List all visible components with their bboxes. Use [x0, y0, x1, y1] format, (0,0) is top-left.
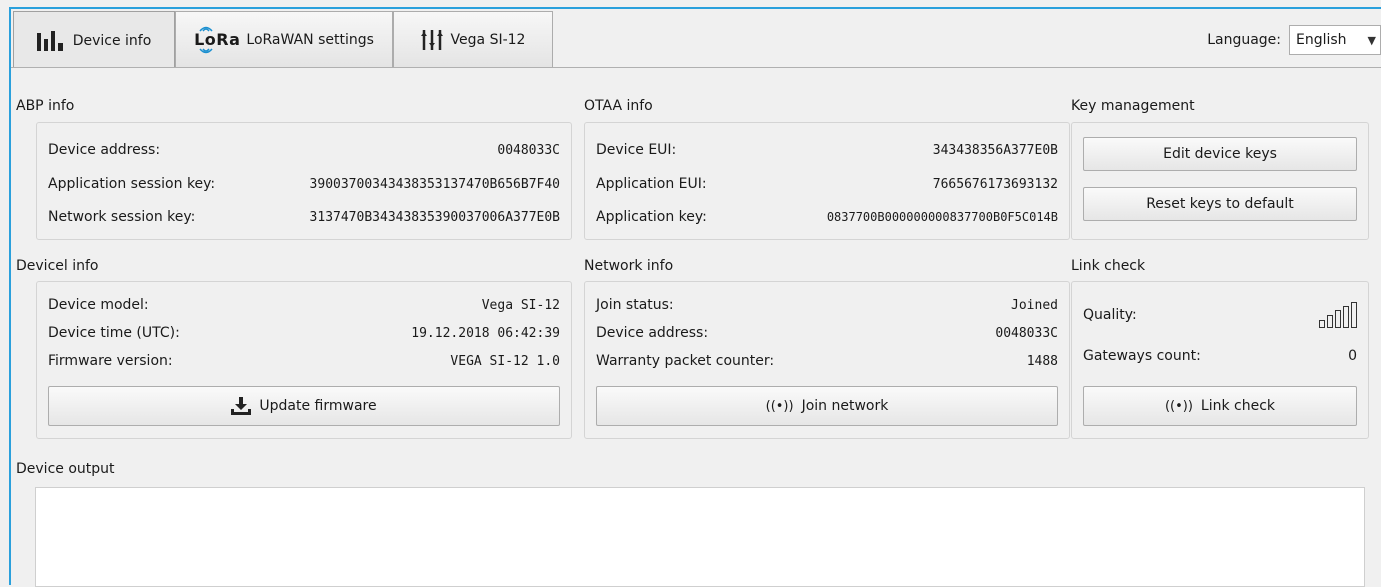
lora-logo-icon: LoRa	[194, 26, 240, 54]
tab-bar: Device info LoRa LoRaWAN settings Vega S…	[13, 11, 1381, 69]
field-label: Application key:	[596, 209, 707, 225]
field-label: Device time (UTC):	[48, 325, 180, 341]
key-management-panel: Edit device keys Reset keys to default	[1071, 122, 1369, 240]
app-window: Device info LoRa LoRaWAN settings Vega S…	[9, 7, 1381, 587]
abp-row-device-address: Device address: 0048033C	[48, 142, 560, 158]
field-value: Vega SI-12	[481, 297, 560, 313]
tab-device-info[interactable]: Device info	[13, 11, 175, 69]
button-label: Link check	[1200, 398, 1276, 414]
field-value: 39003700343438353137470B656B7F40	[309, 176, 560, 192]
network-row-join-status: Join status: Joined	[596, 297, 1058, 313]
language-selector: Language: English ▼	[1207, 25, 1381, 55]
key-management-title: Key management	[1071, 98, 1195, 114]
field-value: 19.12.2018 06:42:39	[411, 325, 560, 341]
abp-row-app-session-key: Application session key: 390037003434383…	[48, 176, 560, 192]
download-icon	[231, 397, 252, 415]
language-dropdown[interactable]: English ▼	[1289, 25, 1381, 55]
update-firmware-button[interactable]: Update firmware	[48, 386, 560, 426]
tab-lorawan-settings[interactable]: LoRa LoRaWAN settings	[175, 11, 393, 67]
field-label: Application session key:	[48, 176, 216, 192]
field-value: VEGA SI-12 1.0	[450, 353, 560, 369]
field-label: Firmware version:	[48, 353, 173, 369]
field-value: 7665676173693132	[932, 176, 1058, 192]
field-value: 3137470B34343835390037006A377E0B	[309, 209, 560, 225]
bar-chart-icon	[36, 30, 63, 51]
device-info-page: ABP info Device address: 0048033C Applic…	[11, 67, 1381, 587]
field-value: 1488	[1026, 353, 1058, 369]
button-label: Update firmware	[259, 398, 377, 414]
abp-section-title: ABP info	[16, 98, 75, 114]
field-value: 0837700B000000000837700B0F5C014B	[826, 210, 1058, 224]
otaa-row-application-eui: Application EUI: 7665676173693132	[596, 176, 1058, 192]
language-label: Language:	[1207, 32, 1281, 48]
language-value: English	[1296, 32, 1347, 48]
field-value: Joined	[1011, 297, 1058, 313]
radio-waves-icon: ((•))	[765, 398, 794, 414]
network-section-title: Network info	[584, 258, 674, 274]
field-value: 0	[1348, 348, 1357, 364]
otaa-section-title: OTAA info	[584, 98, 653, 114]
tab-label: LoRaWAN settings	[246, 31, 374, 48]
chevron-down-icon: ▼	[1367, 34, 1376, 47]
field-label: Warranty packet counter:	[596, 353, 775, 369]
field-label: Device address:	[48, 142, 161, 158]
field-label: Application EUI:	[596, 176, 707, 192]
tab-label: Vega SI-12	[450, 31, 526, 48]
link-row-quality: Quality:	[1083, 302, 1357, 328]
field-label: Device address:	[596, 325, 709, 341]
network-row-device-address: Device address: 0048033C	[596, 325, 1058, 341]
edit-device-keys-button[interactable]: Edit device keys	[1083, 137, 1357, 171]
device-section-title: Devicel info	[16, 258, 99, 274]
device-row-model: Device model: Vega SI-12	[48, 297, 560, 313]
join-network-button[interactable]: ((•)) Join network	[596, 386, 1058, 426]
device-panel: Device model: Vega SI-12 Device time (UT…	[36, 281, 572, 439]
field-label: Gateways count:	[1083, 348, 1201, 364]
otaa-panel: Device EUI: 343438356A377E0B Application…	[584, 122, 1070, 240]
tab-label: Device info	[72, 32, 152, 49]
device-row-firmware: Firmware version: VEGA SI-12 1.0	[48, 353, 560, 369]
abp-panel: Device address: 0048033C Application ses…	[36, 122, 572, 240]
network-panel: Join status: Joined Device address: 0048…	[584, 281, 1070, 439]
tab-vega-si-12[interactable]: Vega SI-12	[393, 11, 553, 67]
otaa-row-application-key: Application key: 0837700B000000000837700…	[596, 209, 1058, 225]
button-label: Join network	[801, 398, 889, 414]
field-label: Quality:	[1083, 307, 1137, 323]
network-row-warranty-counter: Warranty packet counter: 1488	[596, 353, 1058, 369]
field-value: 0048033C	[497, 142, 560, 158]
signal-bars-icon	[1319, 302, 1357, 328]
otaa-row-device-eui: Device EUI: 343438356A377E0B	[596, 142, 1058, 158]
field-label: Join status:	[596, 297, 674, 313]
abp-row-network-session-key: Network session key: 3137470B34343835390…	[48, 209, 560, 225]
sliders-icon	[420, 29, 443, 50]
field-label: Device EUI:	[596, 142, 677, 158]
radio-waves-icon: ((•))	[1164, 398, 1193, 414]
field-label: Device model:	[48, 297, 149, 313]
device-output-console[interactable]	[35, 487, 1365, 587]
link-row-gateways: Gateways count: 0	[1083, 348, 1357, 364]
field-value: 343438356A377E0B	[932, 142, 1058, 158]
device-row-time: Device time (UTC): 19.12.2018 06:42:39	[48, 325, 560, 341]
link-check-title: Link check	[1071, 258, 1146, 274]
device-output-title: Device output	[16, 461, 115, 477]
link-check-panel: Quality: Gateways count: 0 ((•)) Link ch…	[1071, 281, 1369, 439]
field-value: 0048033C	[995, 325, 1058, 341]
reset-keys-button[interactable]: Reset keys to default	[1083, 187, 1357, 221]
link-check-button[interactable]: ((•)) Link check	[1083, 386, 1357, 426]
field-label: Network session key:	[48, 209, 196, 225]
